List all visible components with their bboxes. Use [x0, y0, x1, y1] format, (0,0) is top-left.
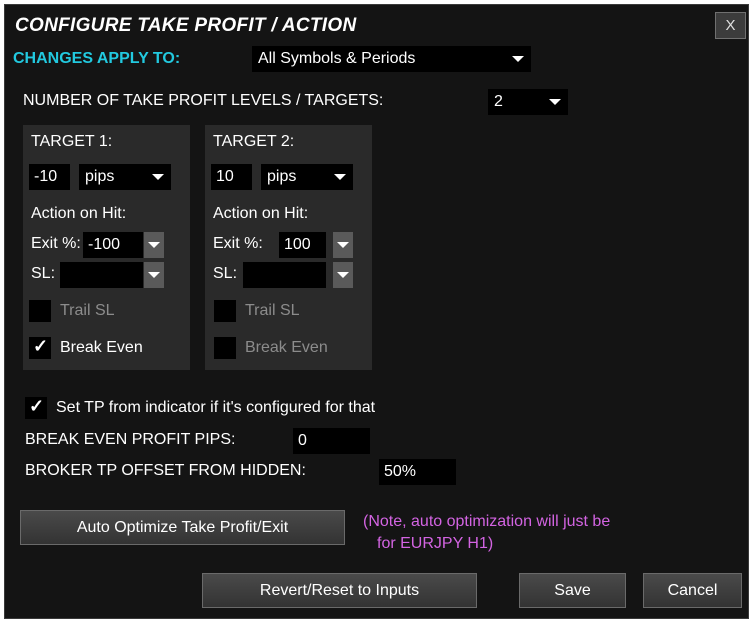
chevron-down-icon — [148, 272, 160, 278]
set-tp-label: Set TP from indicator if it's configured… — [56, 399, 376, 416]
target-1-trail-checkbox[interactable] — [29, 300, 51, 322]
target-1-sl-label: SL: — [31, 265, 56, 282]
target-2-exit-spinner[interactable] — [333, 232, 353, 258]
target-2-exit-input[interactable]: 100 — [279, 232, 326, 258]
set-tp-checkbox[interactable] — [25, 396, 47, 419]
chevron-down-icon — [337, 272, 349, 278]
target-2-break-even-label: Break Even — [245, 339, 328, 356]
levels-value: 2 — [494, 93, 503, 110]
chevron-down-icon — [334, 174, 346, 180]
target-2-sl-spinner[interactable] — [333, 262, 353, 288]
save-button[interactable]: Save — [519, 573, 626, 608]
chevron-down-icon — [152, 174, 164, 180]
changes-apply-to-label: CHANGES APPLY TO: — [13, 50, 181, 67]
target-1-exit-label: Exit %: — [31, 235, 81, 252]
cancel-button[interactable]: Cancel — [643, 573, 742, 608]
broker-offset-label: BROKER TP OFFSET FROM HIDDEN: — [25, 462, 306, 479]
chevron-down-icon — [549, 99, 561, 105]
close-button[interactable]: X — [715, 12, 746, 39]
revert-reset-button[interactable]: Revert/Reset to Inputs — [202, 573, 477, 608]
target-2-label: TARGET 2: — [213, 133, 295, 150]
auto-optimize-note-line-2: for EURJPY H1) — [377, 535, 494, 552]
target-2-value-input[interactable]: 10 — [211, 164, 252, 190]
target-1-sl-input[interactable] — [60, 262, 143, 288]
target-2-panel: TARGET 2: 10 pips Action on Hit: Exit %:… — [205, 125, 372, 370]
auto-optimize-button[interactable]: Auto Optimize Take Profit/Exit — [20, 510, 345, 545]
dialog-title: CONFIGURE TAKE PROFIT / ACTION — [15, 15, 357, 36]
target-1-exit-input[interactable]: -100 — [83, 232, 143, 258]
target-1-value-input[interactable]: -10 — [29, 164, 70, 190]
target-1-action-label: Action on Hit: — [31, 205, 127, 222]
target-2-trail-checkbox[interactable] — [214, 300, 236, 322]
chevron-down-icon — [148, 242, 160, 248]
target-2-sl-label: SL: — [213, 265, 238, 282]
target-2-sl-input[interactable] — [243, 262, 326, 288]
target-2-unit-value: pips — [267, 168, 297, 185]
target-2-unit-dropdown[interactable]: pips — [261, 164, 353, 190]
target-2-exit-label: Exit %: — [213, 235, 263, 252]
target-2-trail-label: Trail SL — [245, 302, 300, 319]
configure-take-profit-dialog: CONFIGURE TAKE PROFIT / ACTION X CHANGES… — [4, 4, 749, 619]
break-even-profit-label: BREAK EVEN PROFIT PIPS: — [25, 431, 236, 448]
auto-optimize-note-line-1: (Note, auto optimization will just be — [363, 513, 611, 530]
chevron-down-icon — [337, 242, 349, 248]
levels-dropdown[interactable]: 2 — [488, 89, 568, 115]
target-2-action-label: Action on Hit: — [213, 205, 309, 222]
target-1-label: TARGET 1: — [31, 133, 113, 150]
changes-apply-to-value: All Symbols & Periods — [258, 50, 416, 67]
chevron-down-icon — [512, 56, 524, 62]
break-even-profit-input[interactable]: 0 — [293, 428, 370, 454]
target-1-unit-dropdown[interactable]: pips — [79, 164, 171, 190]
target-1-trail-label: Trail SL — [60, 302, 115, 319]
target-2-break-even-checkbox[interactable] — [214, 337, 236, 359]
broker-offset-input[interactable]: 50% — [379, 459, 456, 485]
target-1-break-even-checkbox[interactable] — [29, 336, 51, 359]
target-1-panel: TARGET 1: -10 pips Action on Hit: Exit %… — [23, 125, 190, 370]
levels-label: NUMBER OF TAKE PROFIT LEVELS / TARGETS: — [23, 92, 384, 109]
changes-apply-to-dropdown[interactable]: All Symbols & Periods — [252, 46, 531, 72]
target-1-break-even-label: Break Even — [60, 339, 143, 356]
target-1-unit-value: pips — [85, 168, 115, 185]
target-1-sl-spinner[interactable] — [144, 262, 164, 288]
target-1-exit-spinner[interactable] — [144, 232, 164, 258]
